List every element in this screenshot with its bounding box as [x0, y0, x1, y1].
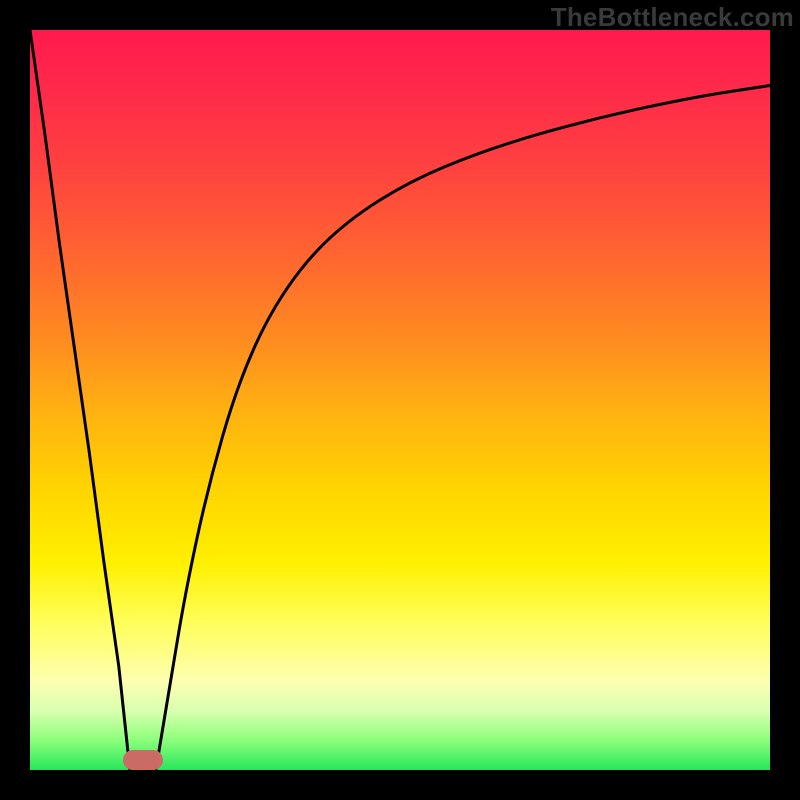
bottleneck-curve — [30, 30, 770, 770]
chart-frame — [30, 30, 770, 770]
curve-left-branch — [30, 30, 130, 770]
curve-right-branch — [156, 86, 770, 771]
optimum-marker — [123, 750, 164, 770]
plot-area — [30, 30, 770, 770]
watermark: TheBottleneck.com — [551, 2, 794, 33]
